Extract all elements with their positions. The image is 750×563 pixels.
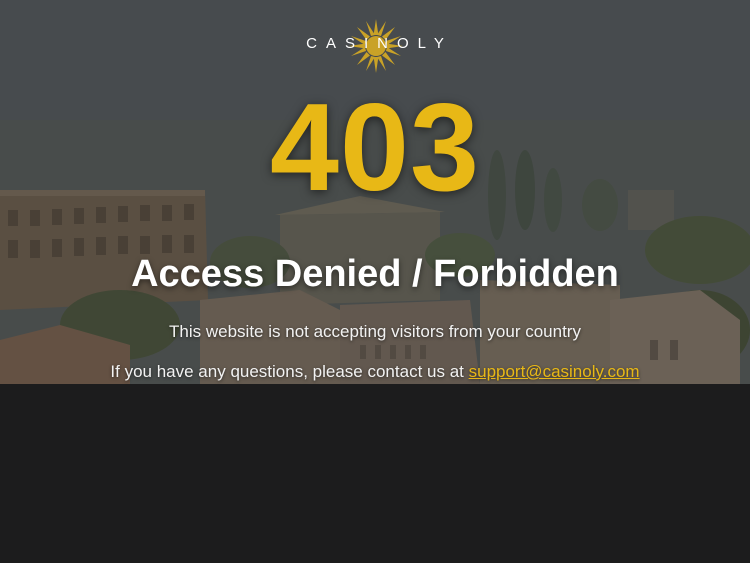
lower-panel [0, 384, 750, 563]
error-message: This website is not accepting visitors f… [169, 322, 581, 341]
brand-logo: CASINOLY [0, 18, 750, 74]
error-page: CASINOLY 403 Access Denied / Forbidden T… [0, 0, 750, 563]
error-title: Access Denied / Forbidden [131, 253, 619, 295]
brand-name: CASINOLY [306, 35, 453, 52]
support-email-link[interactable]: support@casinoly.com [469, 362, 640, 381]
error-code: 403 [270, 79, 480, 217]
contact-line: If you have any questions, please contac… [0, 361, 750, 383]
contact-prefix: If you have any questions, please contac… [110, 362, 464, 381]
